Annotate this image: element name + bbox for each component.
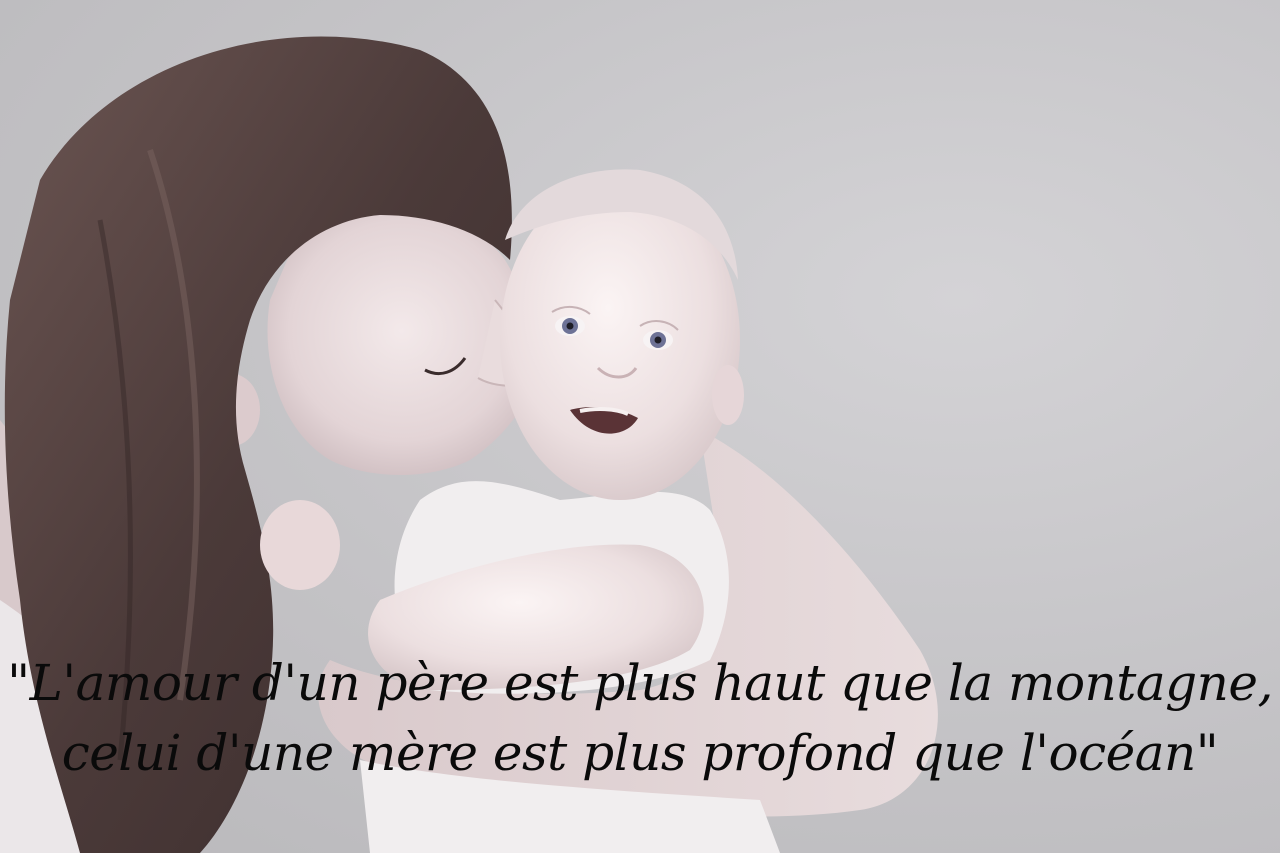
quote-line-2: celui d'une mère est plus profond que l'… (61, 724, 1219, 782)
baby-hand (260, 500, 340, 590)
quote-line-1: "L'amour d'un père est plus haut que la … (7, 654, 1273, 712)
photo-scene: "L'amour d'un père est plus haut que la … (0, 0, 1280, 853)
quote-text: "L'amour d'un père est plus haut que la … (0, 648, 1280, 788)
baby-ear (712, 365, 744, 425)
